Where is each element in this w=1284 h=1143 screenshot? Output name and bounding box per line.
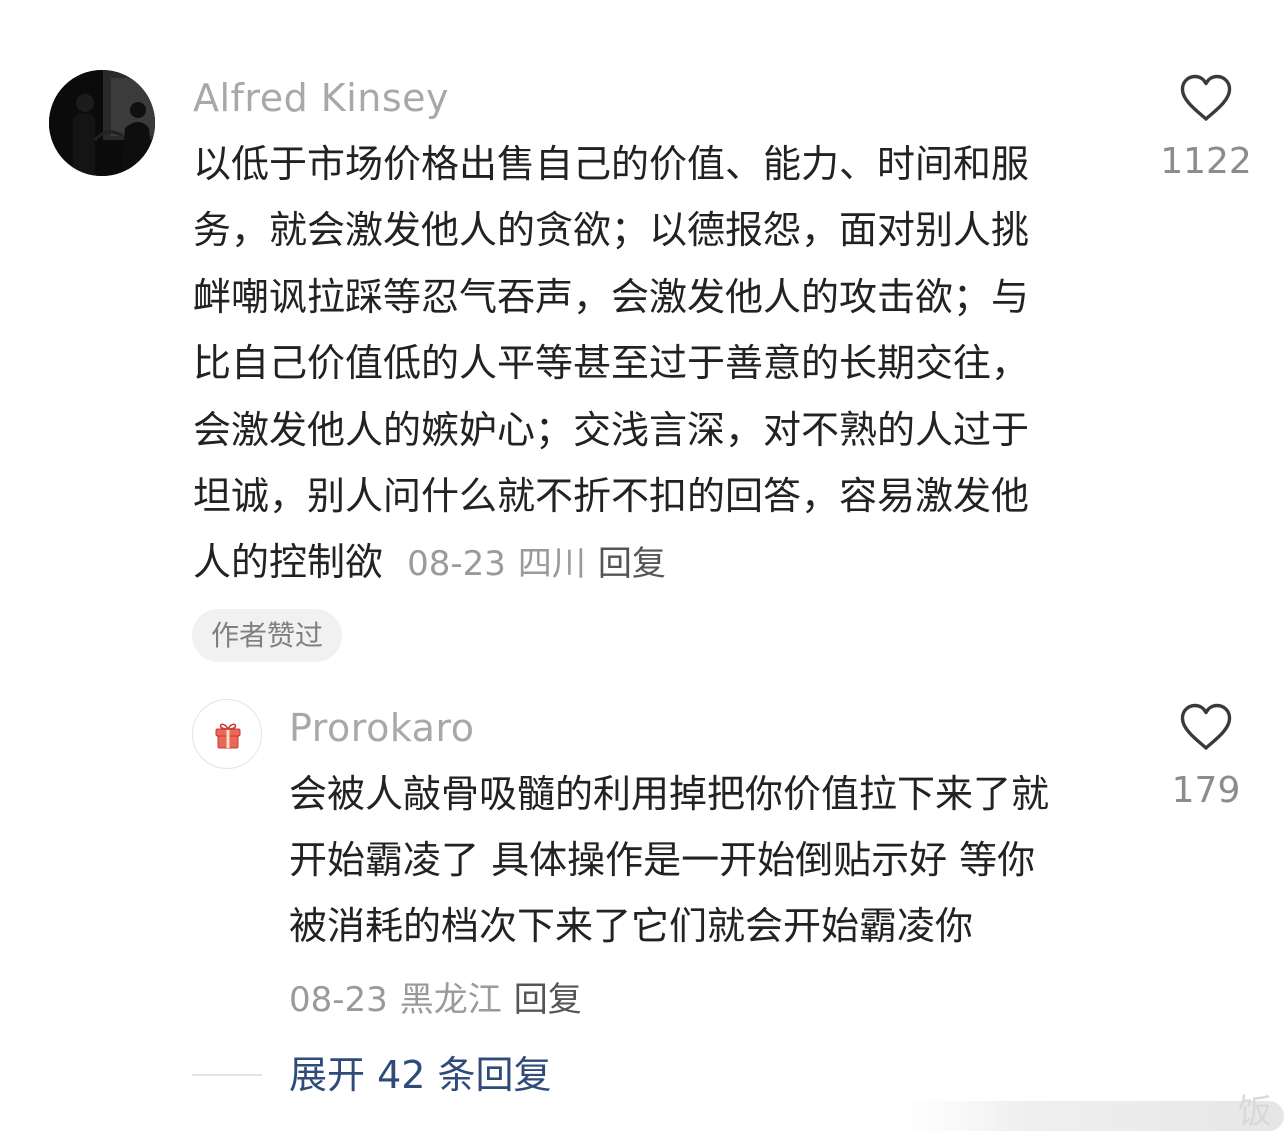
watermark-logo: [868, 1101, 1284, 1131]
comment-meta: 08-23 四川 回复: [395, 544, 666, 584]
comment-text-line: 以低于市场价格出售自己的价值、能力、时间和服: [193, 142, 1030, 186]
like-button[interactable]: 1122: [1151, 74, 1261, 182]
comment-text-line: 人的控制欲: [193, 540, 384, 585]
comment-body: 以低于市场价格出售自己的价值、能力、时间和服 务，就会激发他人的贪欲；以德报怨，…: [193, 131, 1123, 596]
gift-icon: [215, 723, 241, 749]
reply-button[interactable]: 回复: [514, 980, 582, 1020]
reply-username[interactable]: Prorokaro: [289, 706, 474, 750]
reply-text-line: 开始霸凌了 具体操作是一开始倒贴示好 等你: [289, 838, 1036, 882]
comment-text-line: 务，就会激发他人的贪欲；以德报怨，面对别人挑: [193, 208, 1030, 253]
comment-username[interactable]: Alfred Kinsey: [193, 76, 449, 120]
comment-text-line: 衅嘲讽拉踩等忍气吞声，会激发他人的攻击欲；与: [193, 274, 1030, 319]
reply-button[interactable]: 回复: [598, 544, 666, 584]
comment-location: 四川: [517, 544, 586, 585]
heart-outline-icon[interactable]: [1179, 703, 1233, 751]
comment-text-line: 比自己价值低的人平等甚至过于善意的长期交往，: [193, 341, 1030, 386]
reply-text-line: 被消耗的档次下来了它们就会开始霸凌你: [289, 904, 974, 948]
like-count: 179: [1171, 770, 1241, 811]
expand-divider: [192, 1074, 262, 1076]
reply-location: 黑龙江: [399, 980, 502, 1020]
comment-date: 08-23: [407, 544, 506, 585]
gift-box-avatar-icon[interactable]: [192, 699, 262, 769]
watermark-text: 饭: [1238, 1092, 1272, 1132]
avatar-photo: [49, 70, 155, 176]
comment-text-line: 会激发他人的嫉妒心；交浅言深，对不熟的人过于: [193, 407, 1030, 452]
person-photo-avatar-icon[interactable]: [49, 70, 155, 176]
expand-replies-button[interactable]: 展开 42 条回复: [289, 1052, 552, 1098]
author-liked-badge: 作者赞过: [192, 609, 343, 662]
reply-date: 08-23: [289, 980, 388, 1020]
comment-last-line: 人的控制欲 08-23 四川 回复: [193, 529, 1123, 595]
reply-body: 会被人敲骨吸髓的利用掉把你价值拉下来了就 开始霸凌了 具体操作是一开始倒贴示好 …: [289, 761, 1129, 959]
comment-text-line: 坦诚，别人问什么就不折不扣的回答，容易激发他: [193, 473, 1030, 518]
like-count: 1122: [1160, 141, 1252, 182]
reply-text-line: 会被人敲骨吸髓的利用掉把你价值拉下来了就: [289, 772, 1050, 816]
heart-outline-icon[interactable]: [1179, 74, 1233, 122]
reply-like-button[interactable]: 179: [1151, 703, 1261, 811]
reply-meta: 08-23 黑龙江 回复: [289, 972, 582, 1021]
comment-thread: Alfred Kinsey 以低于市场价格出售自己的价值、能力、时间和服 务，就…: [0, 0, 1284, 1143]
